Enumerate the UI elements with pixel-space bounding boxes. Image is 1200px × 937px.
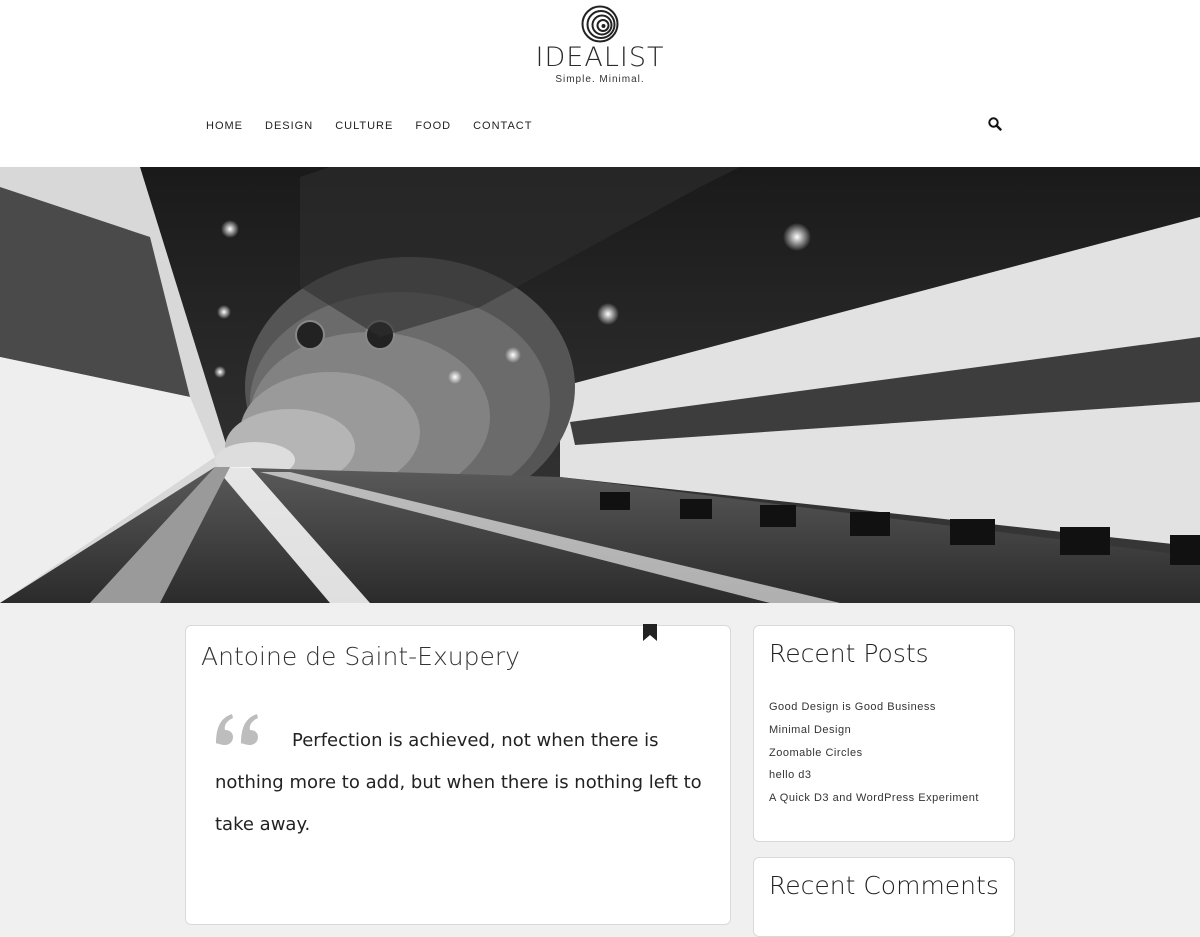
post-title[interactable]: Antoine de Saint-Exupery	[201, 640, 520, 674]
main-navigation: HOME DESIGN CULTURE FOOD CONTACT	[206, 118, 554, 134]
recent-comments-title: Recent Comments	[769, 871, 999, 900]
recent-post-link[interactable]: A Quick D3 and WordPress Experiment	[769, 787, 979, 810]
bookmark-icon	[643, 624, 657, 641]
nav-item-design[interactable]: DESIGN	[265, 118, 313, 134]
search-icon[interactable]	[987, 116, 1003, 132]
recent-post-link[interactable]: Minimal Design	[769, 719, 979, 742]
recent-comments-widget: Recent Comments	[753, 857, 1015, 937]
recent-post-link[interactable]: Zoomable Circles	[769, 742, 979, 765]
site-title[interactable]: IDEALIST	[500, 43, 700, 73]
nav-item-contact[interactable]: CONTACT	[473, 118, 532, 134]
post-quote: Perfection is achieved, not when there i…	[215, 730, 702, 835]
nav-item-food[interactable]: FOOD	[415, 118, 451, 134]
nav-item-culture[interactable]: CULTURE	[335, 118, 393, 134]
site-branding[interactable]: IDEALIST Simple. Minimal.	[500, 5, 700, 87]
site-header: IDEALIST Simple. Minimal. HOME DESIGN CU…	[0, 0, 1200, 167]
tunnel-photo	[0, 167, 1200, 603]
recent-posts-list: Good Design is Good Business Minimal Des…	[769, 696, 979, 810]
recent-post-link[interactable]: hello d3	[769, 764, 979, 787]
nav-item-home[interactable]: HOME	[206, 118, 243, 134]
spiral-logo-icon[interactable]	[581, 5, 619, 43]
site-tagline: Simple. Minimal.	[555, 74, 645, 85]
hero-image	[0, 167, 1200, 603]
post-card: Antoine de Saint-Exupery Perfection is a…	[185, 624, 731, 925]
recent-post-link[interactable]: Good Design is Good Business	[769, 696, 979, 719]
recent-posts-widget: Recent Posts Good Design is Good Busines…	[753, 625, 1015, 842]
recent-posts-title: Recent Posts	[769, 639, 929, 668]
